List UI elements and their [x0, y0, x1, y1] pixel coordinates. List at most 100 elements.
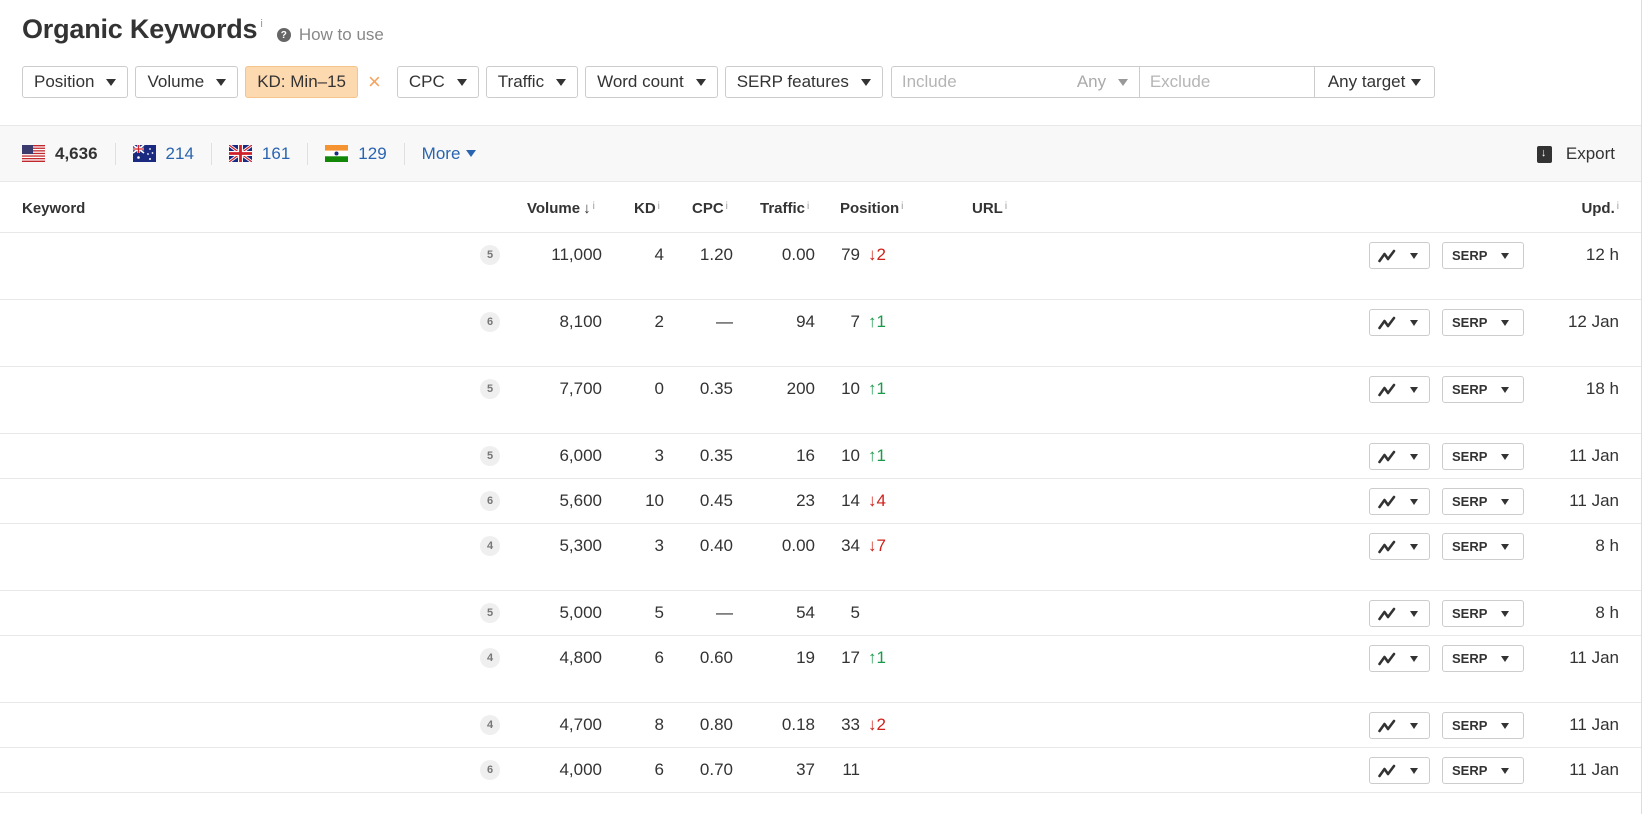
updated-cell: 11 Jan [1569, 715, 1619, 734]
cpc-cell: — [716, 603, 733, 622]
position-value: 17 [841, 648, 860, 667]
serp-button[interactable]: SERP [1442, 242, 1524, 269]
country-in[interactable]: 129 [325, 142, 405, 165]
serp-label: SERP [1452, 606, 1488, 621]
serp-button[interactable]: SERP [1442, 712, 1524, 739]
position-change: ↓7 [868, 536, 886, 555]
info-icon[interactable]: i [901, 201, 903, 212]
traffic-cell: 94 [796, 312, 815, 331]
serp-button[interactable]: SERP [1442, 376, 1524, 403]
info-icon[interactable]: i [593, 201, 595, 212]
position-change: ↑1 [868, 648, 886, 667]
position-cell: 33 ↓2 [840, 715, 886, 735]
word-count-badge: 5 [480, 603, 500, 623]
trend-chart-button[interactable] [1369, 443, 1430, 470]
table-row: 6 5,600 10 0.45 23 14 ↓4 SERP 11 Jan [0, 479, 1641, 524]
col-position[interactable]: Position i [840, 200, 903, 217]
serp-button[interactable]: SERP [1442, 757, 1524, 784]
question-icon: ? [276, 28, 291, 42]
trend-chart-button[interactable] [1369, 309, 1430, 336]
volume-cell: 5,600 [559, 491, 602, 510]
serp-button[interactable]: SERP [1442, 309, 1524, 336]
title-row: Organic Keywords i ? How to use [22, 14, 384, 45]
cpc-filter[interactable]: CPC [396, 66, 479, 98]
col-position-label: Position [840, 200, 900, 217]
info-icon[interactable]: i [726, 201, 728, 212]
trend-chart-button[interactable] [1369, 712, 1430, 739]
caret-down-icon [1410, 610, 1418, 617]
info-icon[interactable]: i [1617, 201, 1619, 212]
col-volume[interactable]: Volume ↓ i [527, 200, 595, 217]
trend-chart-button[interactable] [1369, 533, 1430, 560]
trend-chart-button[interactable] [1369, 488, 1430, 515]
serp-button[interactable]: SERP [1442, 645, 1524, 672]
volume-cell: 7,700 [559, 379, 602, 398]
export-icon [1536, 145, 1552, 163]
info-icon[interactable]: i [658, 201, 660, 212]
trend-line-icon [1378, 764, 1396, 777]
serp-button[interactable]: SERP [1442, 533, 1524, 560]
col-url[interactable]: URL i [972, 200, 1007, 217]
word-count-badge: 4 [480, 648, 500, 668]
kd-filter[interactable]: KD: Min–15 [245, 66, 359, 98]
col-kd[interactable]: KD i [634, 200, 660, 217]
volume-cell: 4,700 [559, 715, 602, 734]
any-target-select[interactable]: Any target [1314, 66, 1436, 98]
col-cpc[interactable]: CPC i [692, 200, 728, 217]
trend-chart-button[interactable] [1369, 600, 1430, 627]
traffic-cell: 0.18 [781, 715, 815, 734]
caret-down-icon [106, 78, 117, 86]
traffic-filter-label: Traffic [497, 72, 545, 91]
caret-down-icon [1410, 386, 1418, 393]
caret-down-icon [1411, 78, 1422, 86]
export-button[interactable]: Export [1536, 144, 1615, 164]
serp-features-filter-label: SERP features [736, 72, 849, 91]
trend-chart-button[interactable] [1369, 757, 1430, 784]
serp-button[interactable]: SERP [1442, 600, 1524, 627]
traffic-filter[interactable]: Traffic [485, 66, 579, 98]
word-count-filter[interactable]: Word count [585, 66, 718, 98]
title-info-icon[interactable]: i [260, 18, 262, 30]
trend-line-icon [1378, 450, 1396, 463]
position-cell: 34 ↓7 [840, 536, 886, 556]
include-input[interactable] [890, 66, 1067, 98]
export-label: Export [1565, 144, 1615, 163]
trend-chart-button[interactable] [1369, 645, 1430, 672]
country-count: 161 [261, 143, 291, 163]
serp-label: SERP [1452, 539, 1488, 554]
country-bar: 4,636 214 161 129 More Export [0, 125, 1641, 182]
how-to-use-label: How to use [298, 25, 384, 44]
country-gb[interactable]: 161 [228, 142, 309, 165]
country-au[interactable]: 214 [132, 142, 212, 165]
serp-button[interactable]: SERP [1442, 443, 1524, 470]
info-icon[interactable]: i [807, 201, 809, 212]
volume-cell: 8,100 [559, 312, 602, 331]
caret-down-icon [1501, 252, 1510, 259]
position-change: ↑1 [868, 312, 886, 331]
trend-chart-button[interactable] [1369, 376, 1430, 403]
col-upd[interactable]: Upd. i [1581, 200, 1619, 217]
col-traffic[interactable]: Traffic i [760, 200, 809, 217]
any-select[interactable]: Any [1066, 66, 1139, 98]
info-icon[interactable]: i [1005, 201, 1007, 212]
col-volume-label: Volume [527, 200, 581, 217]
exclude-input[interactable] [1138, 66, 1315, 98]
position-filter[interactable]: Position [22, 66, 129, 98]
trend-chart-button[interactable] [1369, 242, 1430, 269]
caret-down-icon [1501, 610, 1510, 617]
country-us[interactable]: 4,636 [22, 142, 116, 165]
caret-down-icon [1501, 722, 1510, 729]
caret-down-icon [1410, 319, 1418, 326]
more-countries-button[interactable]: More [422, 144, 477, 164]
how-to-use-link[interactable]: ? How to use [276, 25, 384, 45]
clear-kd-filter-icon[interactable]: × [368, 71, 381, 93]
serp-features-filter[interactable]: SERP features [724, 66, 883, 98]
traffic-cell: 19 [796, 648, 815, 667]
volume-filter[interactable]: Volume [135, 66, 239, 98]
cpc-cell: 0.60 [699, 648, 733, 667]
serp-label: SERP [1452, 651, 1488, 666]
updated-cell: 12 h [1585, 245, 1619, 264]
serp-button[interactable]: SERP [1442, 488, 1524, 515]
col-keyword[interactable]: Keyword [22, 200, 85, 217]
cpc-cell: — [716, 312, 733, 331]
